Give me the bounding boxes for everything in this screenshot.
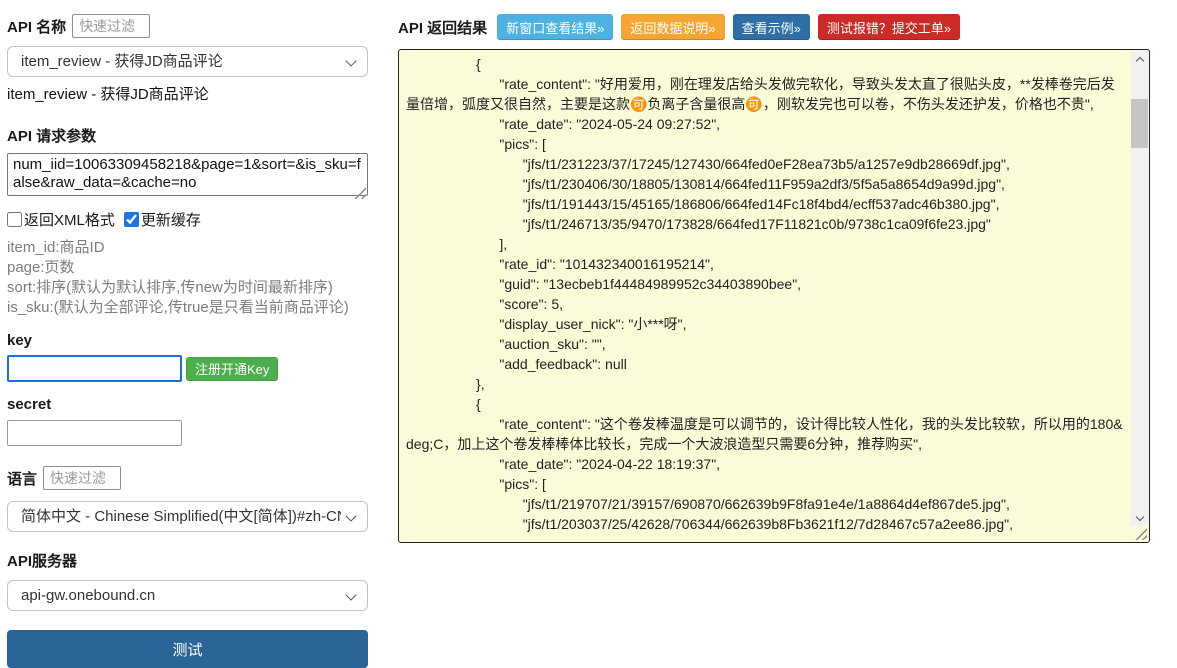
result-panel: API 返回结果 新窗口查看结果» 返回数据说明» 查看示例» 测试报错？提交工…: [398, 14, 1150, 543]
format-options-row: 返回XML格式 更新缓存: [7, 209, 368, 230]
language-select-wrap: 简体中文 - Chinese Simplified(中文[简体])#zh-CN: [7, 501, 368, 532]
request-params-label: API 请求参数: [7, 125, 368, 146]
request-params-wrap: num_iid=10063309458218&page=1&sort=&is_s…: [7, 153, 368, 201]
help-line-item-id: item_id:商品ID: [7, 238, 368, 258]
xml-format-checkbox[interactable]: [7, 212, 22, 227]
update-cache-label: 更新缓存: [141, 209, 201, 230]
result-scrollbar[interactable]: [1131, 51, 1148, 526]
api-name-row: API 名称: [7, 14, 368, 38]
key-label: key: [7, 332, 368, 349]
key-input[interactable]: [7, 355, 182, 382]
response-data-docs-button[interactable]: 返回数据说明»: [621, 14, 724, 40]
view-example-button[interactable]: 查看示例»: [733, 14, 810, 40]
help-line-sort: sort:排序(默认为默认排序,传new为时间最新排序): [7, 278, 368, 298]
language-filter-input[interactable]: [43, 466, 121, 490]
key-row: 注册开通Key: [7, 355, 368, 382]
help-line-is-sku: is_sku:(默认为全部评论,传true是只看当前商品评论): [7, 298, 368, 318]
report-error-ticket-button[interactable]: 测试报错？提交工单»: [818, 14, 960, 40]
open-result-new-window-button[interactable]: 新窗口查看结果»: [497, 14, 613, 40]
language-label: 语言: [7, 468, 37, 489]
scroll-down-icon[interactable]: [1131, 510, 1148, 526]
result-header: API 返回结果 新窗口查看结果» 返回数据说明» 查看示例» 测试报错？提交工…: [398, 14, 1150, 40]
server-select[interactable]: api-gw.onebound.cn: [7, 580, 368, 611]
api-response-json-text[interactable]: { "rate_content": "好用爱用，刚在理发店给头发做完软化，导致头…: [399, 50, 1149, 538]
xml-format-label: 返回XML格式: [24, 209, 115, 230]
secret-input[interactable]: [7, 420, 182, 446]
param-help-text: item_id:商品ID page:页数 sort:排序(默认为默认排序,传ne…: [7, 238, 368, 318]
language-row: 语言: [7, 466, 368, 490]
help-line-page: page:页数: [7, 258, 368, 278]
update-cache-checkbox[interactable]: [124, 212, 139, 227]
api-name-filter-input[interactable]: [72, 14, 150, 38]
api-response-box[interactable]: { "rate_content": "好用爱用，刚在理发店给头发做完软化，导致头…: [398, 49, 1150, 543]
request-params-textarea[interactable]: num_iid=10063309458218&page=1&sort=&is_s…: [7, 153, 368, 196]
request-panel: API 名称 item_review - 获得JD商品评论 item_revie…: [7, 14, 368, 668]
api-select[interactable]: item_review - 获得JD商品评论: [7, 46, 368, 77]
language-select[interactable]: 简体中文 - Chinese Simplified(中文[简体])#zh-CN: [7, 501, 368, 532]
test-button[interactable]: 测试: [7, 630, 368, 668]
api-description: item_review - 获得JD商品评论: [7, 83, 368, 104]
scroll-up-icon[interactable]: [1131, 51, 1148, 67]
api-server-label: API服务器: [7, 550, 368, 571]
api-select-wrap: item_review - 获得JD商品评论: [7, 46, 368, 77]
secret-label: secret: [7, 396, 368, 413]
server-select-wrap: api-gw.onebound.cn: [7, 580, 368, 611]
scrollbar-thumb[interactable]: [1131, 99, 1148, 148]
result-title: API 返回结果: [398, 17, 487, 38]
register-key-button[interactable]: 注册开通Key: [186, 357, 278, 381]
api-name-label: API 名称: [7, 16, 66, 37]
